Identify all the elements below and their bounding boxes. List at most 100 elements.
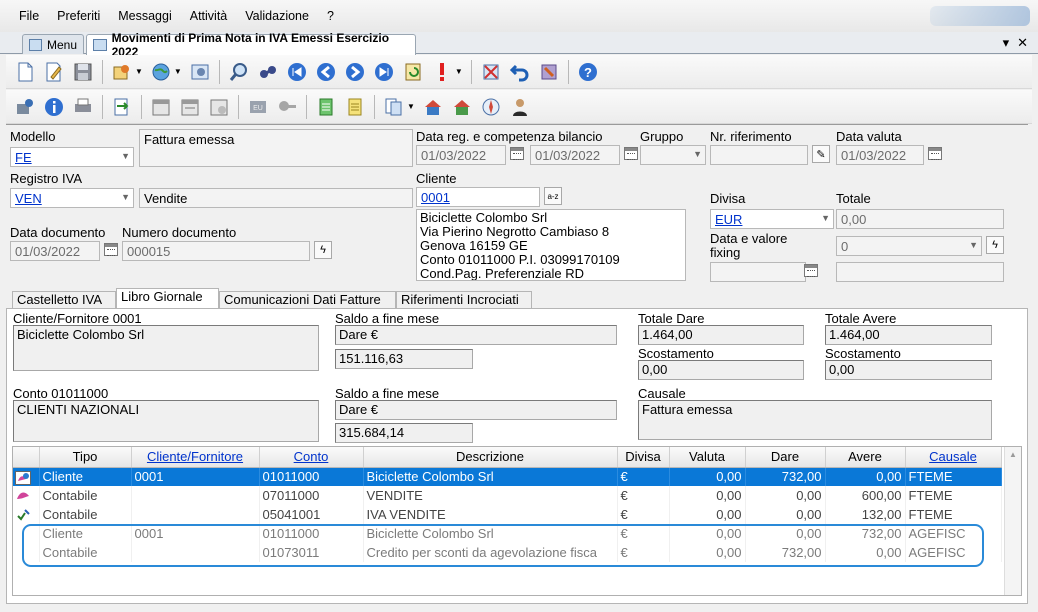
edit-document-icon[interactable] [41, 59, 67, 85]
globe-dropdown-icon[interactable]: ▼ [174, 67, 182, 76]
undo-icon[interactable] [507, 59, 533, 85]
tools-icon[interactable] [536, 59, 562, 85]
tab-list-dropdown-icon[interactable]: ▾ [1003, 35, 1010, 51]
data-comp-field[interactable]: 01/03/2022 [530, 145, 620, 165]
menu-messaggi[interactable]: Messaggi [109, 9, 181, 23]
cell-dare: 732,00 [745, 467, 826, 486]
compass-icon[interactable] [478, 94, 504, 120]
wizard-dropdown-icon[interactable]: ▼ [135, 67, 143, 76]
numero-documento-field[interactable]: 000015 [122, 241, 310, 261]
alert-dropdown-icon[interactable]: ▼ [455, 67, 463, 76]
last-record-icon[interactable] [371, 59, 397, 85]
user-icon[interactable] [507, 94, 533, 120]
calendar-icon[interactable] [928, 147, 942, 160]
document-form: Modello FE ▼ Fattura emessa Data reg. e c… [6, 124, 1028, 286]
previous-record-icon[interactable] [313, 59, 339, 85]
key-icon[interactable] [274, 94, 300, 120]
cell-avere: 600,00 [825, 486, 906, 505]
fixing-date-field[interactable] [710, 262, 806, 282]
next-record-icon[interactable] [342, 59, 368, 85]
house-globe-icon[interactable] [420, 94, 446, 120]
db-icon[interactable] [12, 94, 38, 120]
green-report-icon[interactable] [313, 94, 339, 120]
col-valuta[interactable]: Valuta [669, 447, 746, 468]
settings-icon[interactable] [187, 59, 213, 85]
data-valuta-field[interactable]: 01/03/2022 [836, 145, 924, 165]
calendar-icon[interactable] [148, 94, 174, 120]
documents-icon[interactable] [381, 94, 407, 120]
menu-attivita[interactable]: Attività [181, 9, 237, 23]
col-dare[interactable]: Dare [745, 447, 826, 468]
fixing-value-field[interactable] [836, 262, 1004, 282]
transfer-icon[interactable] [109, 94, 135, 120]
first-record-icon[interactable] [284, 59, 310, 85]
col-avere[interactable]: Avere [825, 447, 906, 468]
lightning-icon[interactable]: ϟ [986, 236, 1004, 254]
table-row[interactable]: Cliente 0001 01011000 Biciclette Colombo Sr… [13, 524, 1002, 543]
menu-preferiti[interactable]: Preferiti [48, 9, 109, 23]
cell-conto: 05041001 [259, 505, 364, 524]
cell-valuta: 0,00 [669, 524, 746, 543]
search-icon[interactable] [226, 59, 252, 85]
calendar-icon[interactable] [510, 147, 524, 160]
refresh-icon[interactable] [400, 59, 426, 85]
cell-valuta: 0,00 [669, 486, 746, 505]
data-reg-field[interactable]: 01/03/2022 [416, 145, 506, 165]
info-icon[interactable] [41, 94, 67, 120]
edit-pencil-icon[interactable]: ✎ [812, 145, 830, 163]
table-row[interactable]: Contabile 05041001 IVA VENDITE €0,00 0,00 132… [13, 505, 1002, 524]
col-cliente-fornitore[interactable]: Cliente/Fornitore [131, 447, 260, 468]
calendar-range-icon[interactable] [177, 94, 203, 120]
documents-dropdown-icon[interactable]: ▼ [407, 102, 415, 111]
registro-select[interactable]: VEN ▼ [10, 188, 134, 208]
table-row[interactable]: Contabile 07011000 VENDITE €0,00 0,00 600,00 F… [13, 486, 1002, 505]
menu-validazione[interactable]: Validazione [236, 9, 318, 23]
totale-dare-value: 1.464,00 [638, 325, 804, 345]
wizard-icon[interactable] [109, 59, 135, 85]
yellow-report-icon[interactable] [342, 94, 368, 120]
calendar-icon[interactable] [804, 264, 818, 277]
table-row[interactable]: Contabile 01073011 Credito per sconti da a… [13, 543, 1002, 562]
col-conto[interactable]: Conto [259, 447, 364, 468]
menu-help[interactable]: ? [318, 9, 343, 23]
modello-select[interactable]: FE ▼ [10, 147, 134, 167]
gruppo-select[interactable]: ▼ [640, 145, 706, 165]
save-icon[interactable] [70, 59, 96, 85]
toolbar-separator [306, 94, 307, 119]
menu-file[interactable]: File [10, 9, 48, 23]
data-documento-field[interactable]: 01/03/2022 [10, 241, 100, 261]
alert-icon[interactable] [429, 59, 455, 85]
divisa-select[interactable]: EUR ▼ [710, 209, 834, 229]
lightning-icon[interactable]: ϟ [314, 241, 332, 259]
tab-libro-giornale[interactable]: Libro Giornale [116, 288, 219, 309]
col-divisa[interactable]: Divisa [617, 447, 670, 468]
tab-castelletto-iva[interactable]: Castelletto IVA [12, 291, 116, 309]
nr-riferimento-field[interactable] [710, 145, 808, 165]
cancel-edit-icon[interactable] [478, 59, 504, 85]
fixing-select[interactable]: 0 ▼ [836, 236, 982, 256]
col-descrizione[interactable]: Descrizione [363, 447, 618, 468]
cliente-code-field[interactable]: 0001 [416, 187, 540, 207]
globe-icon[interactable] [148, 59, 174, 85]
new-document-icon[interactable] [12, 59, 38, 85]
table-row[interactable]: Cliente 0001 01011000 Biciclette Colombo Sr… [13, 467, 1002, 486]
tab-comunicazioni-dati-fatture[interactable]: Comunicazioni Dati Fatture [219, 291, 396, 309]
house-network-icon[interactable] [449, 94, 475, 120]
help-icon[interactable]: ? [575, 59, 601, 85]
calendar-clock-icon[interactable] [206, 94, 232, 120]
lookup-icon[interactable]: a-z [544, 187, 562, 205]
col-causale[interactable]: Causale [905, 447, 1002, 468]
tab-menu[interactable]: Menu [22, 34, 84, 54]
grid-scrollbar[interactable] [1004, 447, 1021, 595]
tab-movimenti[interactable]: Movimenti di Prima Nota in IVA Emessi Es… [86, 31, 416, 59]
calendar-icon[interactable] [104, 243, 118, 256]
cell-divisa: € [617, 524, 670, 543]
close-icon[interactable]: ✕ [1017, 35, 1028, 51]
calendar-icon[interactable] [624, 147, 638, 160]
print-icon[interactable] [70, 94, 96, 120]
eu-icon[interactable]: EU [245, 94, 271, 120]
svg-text:?: ? [584, 65, 592, 80]
binoculars-icon[interactable] [255, 59, 281, 85]
col-tipo[interactable]: Tipo [39, 447, 132, 468]
tab-riferimenti-incrociati[interactable]: Riferimenti Incrociati [396, 291, 532, 309]
